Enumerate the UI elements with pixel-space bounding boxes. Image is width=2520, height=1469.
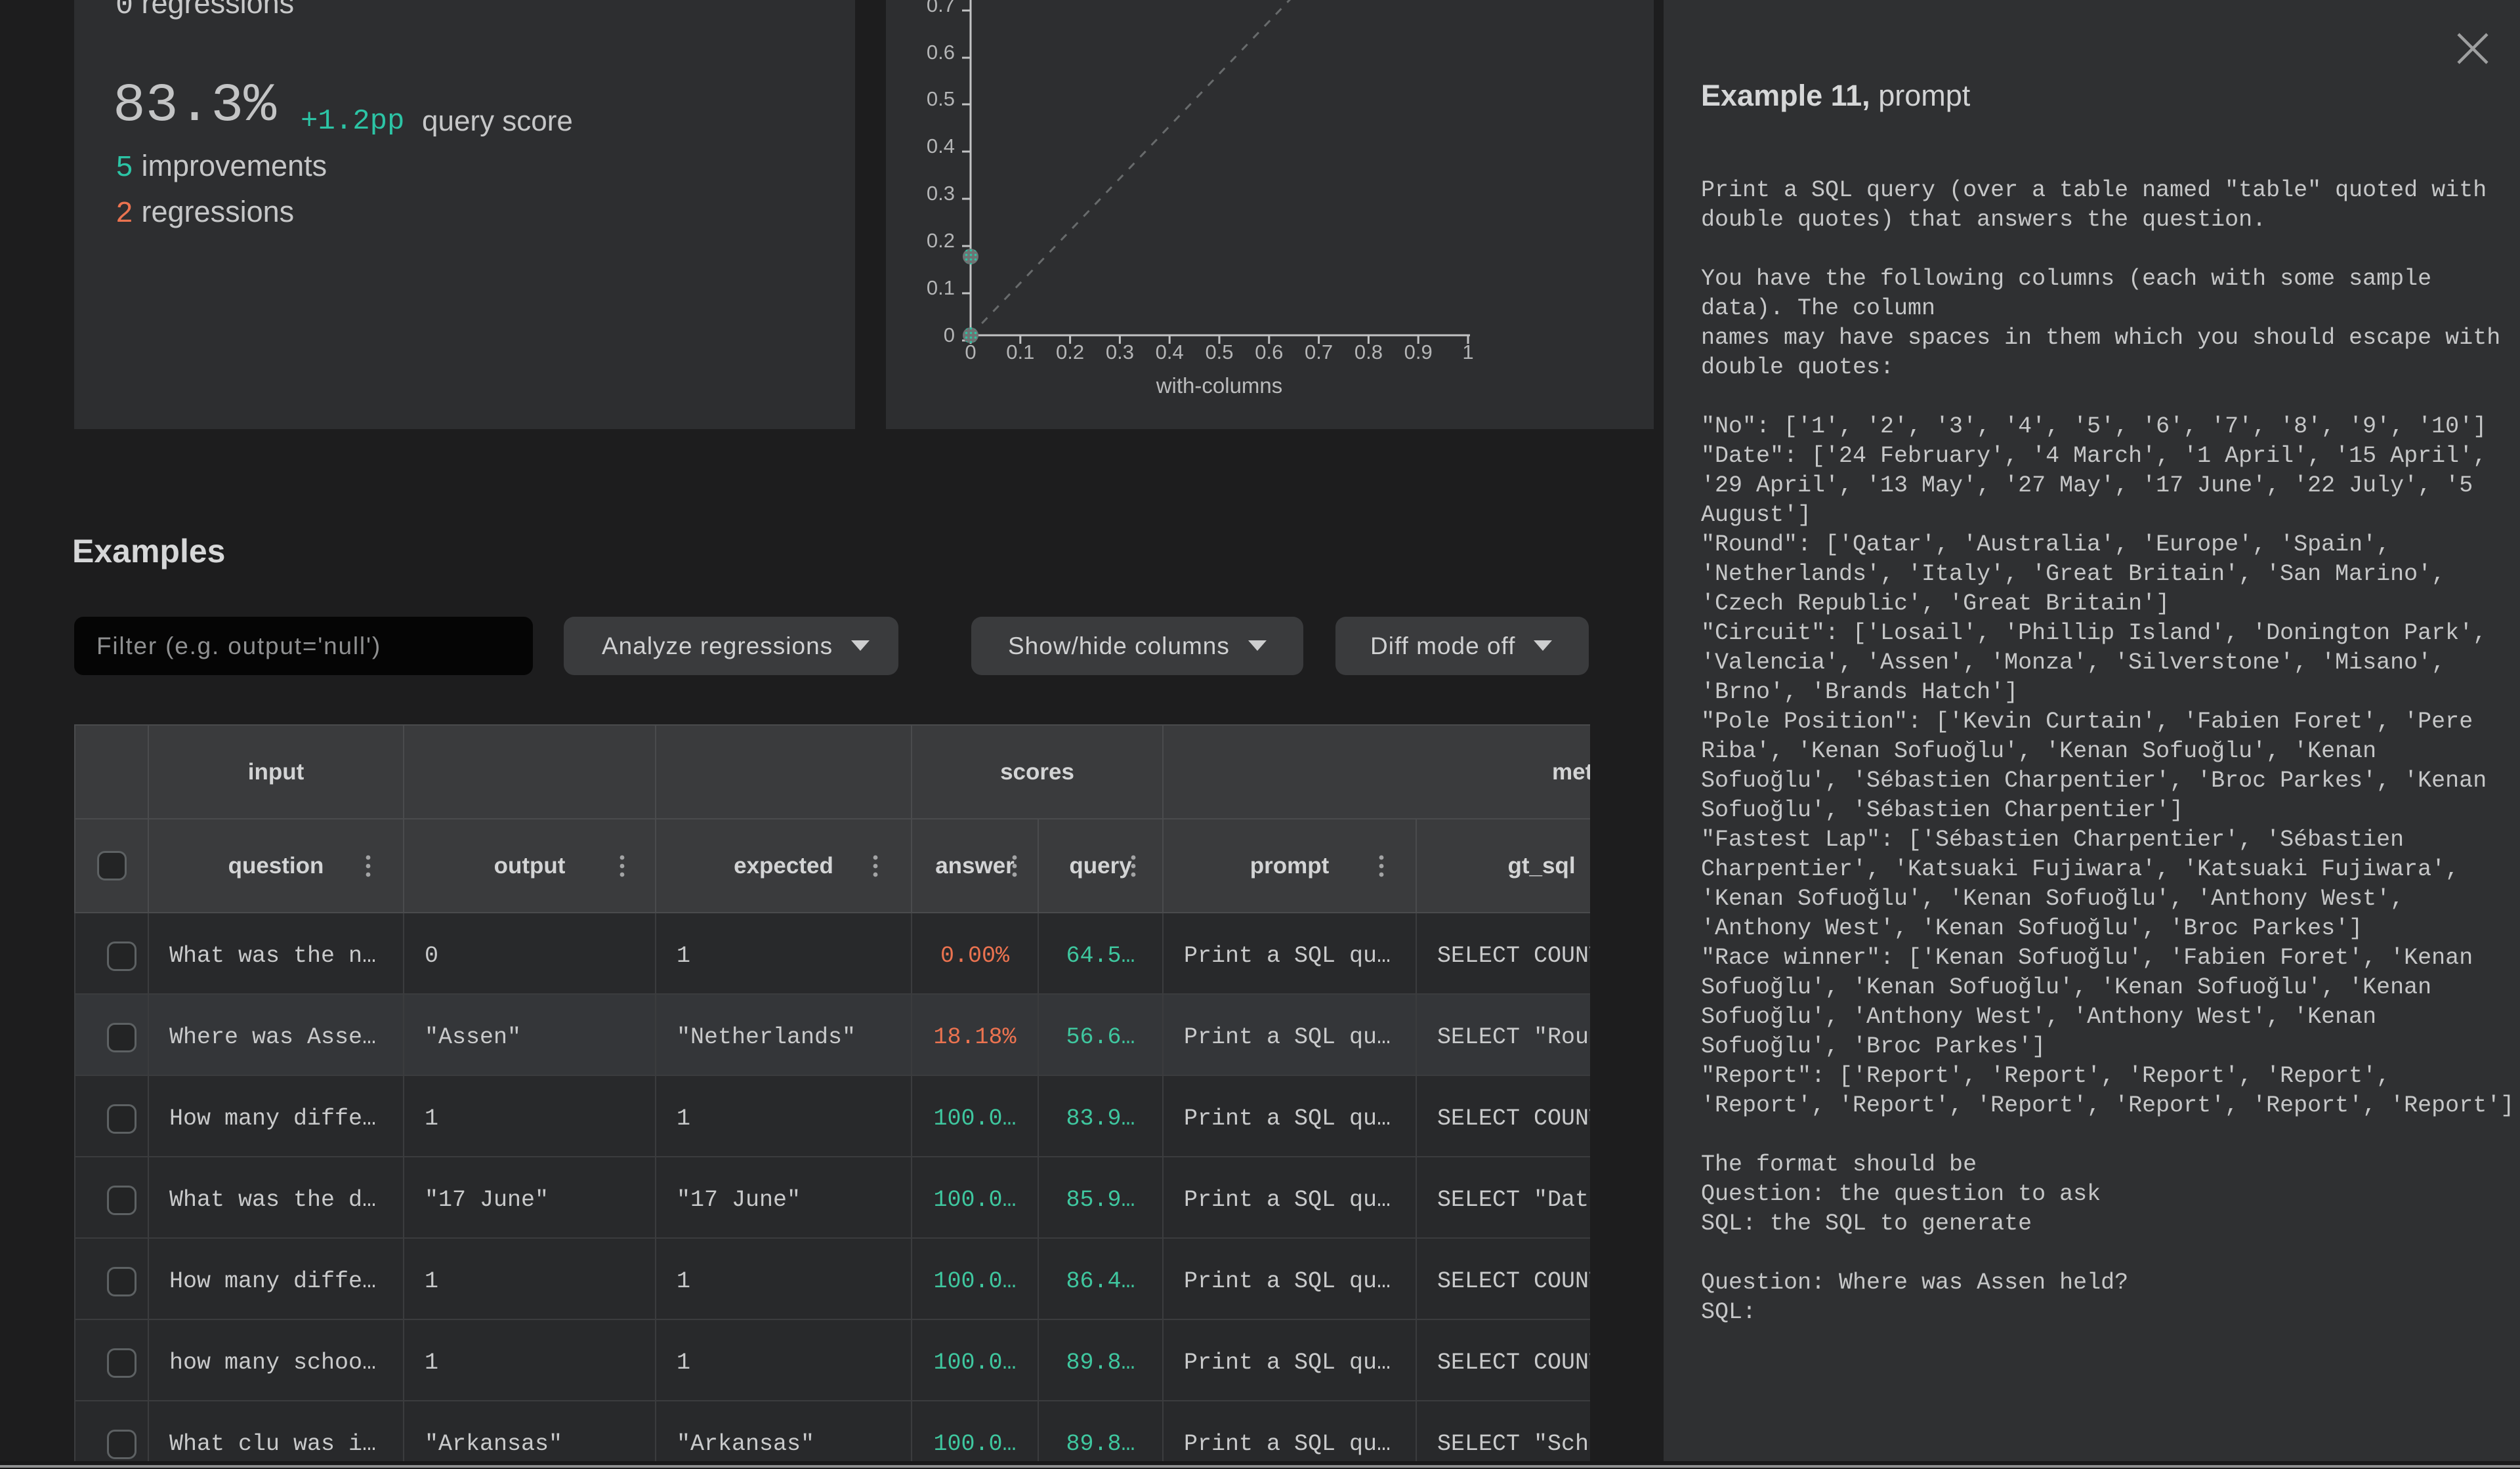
svg-text:0.7: 0.7 (1305, 341, 1333, 363)
svg-text:1: 1 (1462, 341, 1473, 363)
svg-text:0.3: 0.3 (1106, 341, 1134, 363)
svg-text:0.6: 0.6 (927, 41, 955, 64)
svg-text:0.6: 0.6 (1255, 341, 1283, 363)
svg-text:0.2: 0.2 (1056, 341, 1084, 363)
svg-text:0: 0 (944, 323, 955, 346)
svg-text:0: 0 (965, 341, 976, 363)
svg-text:0.3: 0.3 (927, 182, 955, 205)
svg-text:with-columns: with-columns (1156, 373, 1283, 398)
svg-text:0.4: 0.4 (1156, 341, 1184, 363)
svg-text:0.7: 0.7 (927, 0, 955, 16)
svg-text:0.2: 0.2 (927, 229, 955, 252)
svg-text:0.5: 0.5 (1205, 341, 1233, 363)
svg-text:0.5: 0.5 (927, 87, 955, 110)
svg-text:0.1: 0.1 (1006, 341, 1034, 363)
svg-text:0.4: 0.4 (927, 134, 955, 157)
svg-text:0.1: 0.1 (927, 276, 955, 299)
svg-text:0.8: 0.8 (1354, 341, 1383, 363)
svg-text:0.9: 0.9 (1404, 341, 1433, 363)
